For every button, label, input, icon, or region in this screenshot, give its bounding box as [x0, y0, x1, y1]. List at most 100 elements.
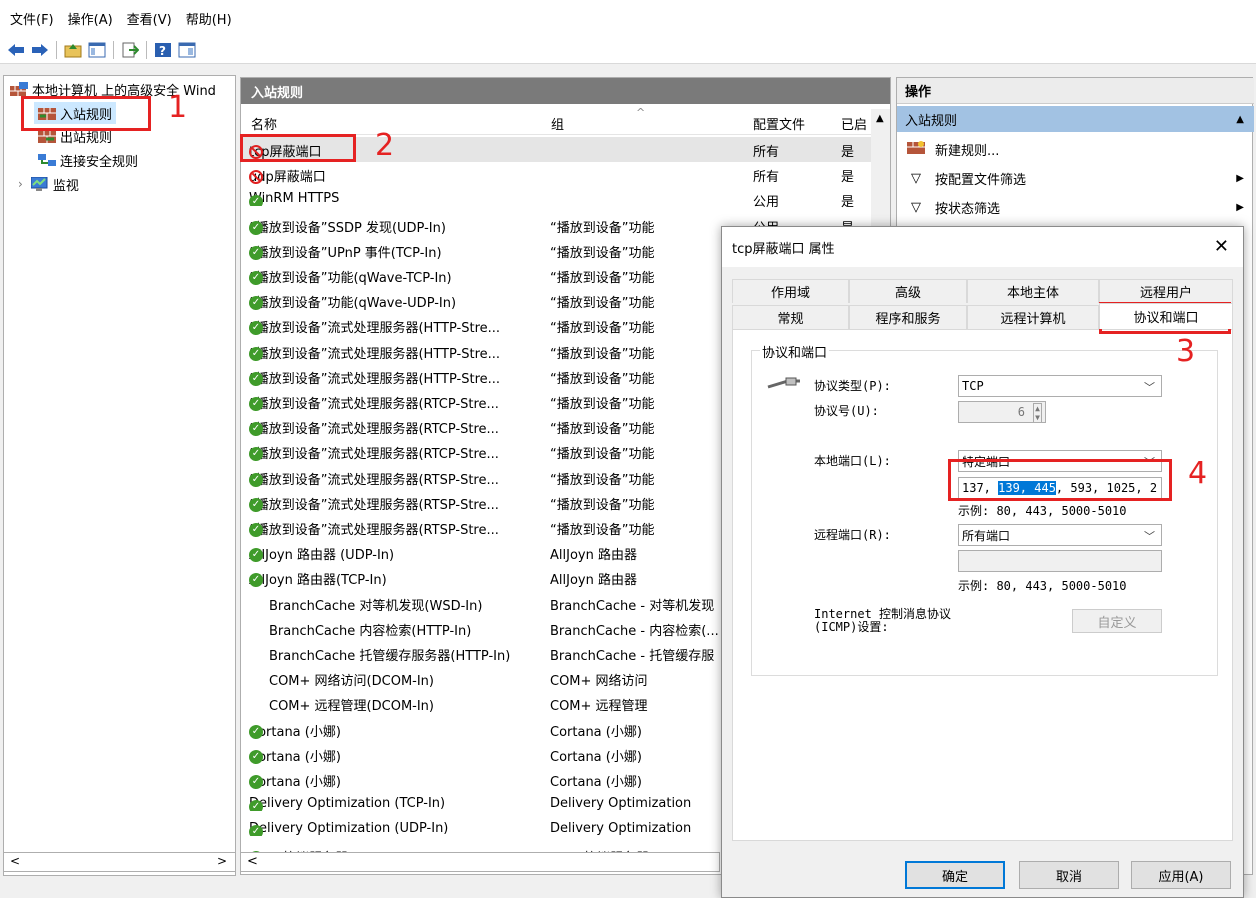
rule-name-text: COM+ 网络访问(DCOM-In) — [269, 674, 434, 690]
group-label: 协议和端口 — [760, 342, 830, 361]
protocol-number-label: 协议号(U): — [814, 404, 879, 418]
tree-horizontal-scrollbar[interactable]: < > — [3, 852, 236, 872]
up-folder-icon[interactable] — [63, 40, 83, 60]
actions-section-inbound[interactable]: 入站规则 ▲ — [897, 106, 1254, 132]
tree-item-monitoring[interactable]: › 监视 — [18, 173, 79, 195]
enabled-check-icon: ✓ — [249, 245, 263, 260]
rule-name-cell: ✓ WinRM HTTPS — [249, 191, 549, 207]
collapse-arrow-icon[interactable]: ▲ — [1236, 114, 1244, 125]
menu-file[interactable]: 文件(F) — [10, 9, 54, 28]
rule-group-cell: “播放到设备”功能 — [550, 271, 655, 286]
menu-action[interactable]: 操作(A) — [68, 9, 113, 28]
show-action-pane-icon[interactable] — [177, 40, 197, 60]
cancel-button[interactable]: 取消 — [1019, 861, 1119, 889]
table-row[interactable]: ✓ WinRM HTTPS 公用 是 — [241, 187, 871, 212]
list-header: 名称 组 ^ 配置文件 已启 — [241, 106, 871, 135]
rule-profile-cell: 公用 — [753, 195, 780, 211]
dialog-title-bar: tcp屏蔽端口 属性 ✕ — [722, 227, 1243, 267]
rule-group-cell: AllJoyn 路由器 — [550, 548, 637, 564]
menu-view[interactable]: 查看(V) — [127, 9, 172, 28]
annotation-number-3: 3 — [1176, 334, 1196, 369]
tab-general[interactable]: 常规 — [732, 305, 849, 329]
filter-icon: ▽ — [911, 199, 921, 215]
rule-name-cell: ✓ AllJoyn 路由器 (UDP-In) — [249, 544, 549, 563]
spin-arrows-icon[interactable]: ▲ ▼ — [1033, 403, 1042, 422]
scroll-up-icon[interactable]: ▲ — [876, 113, 884, 124]
rule-name-cell: BranchCache 内容检索(HTTP-In) — [269, 620, 569, 639]
action-filter-by-profile[interactable]: ▽ 按配置文件筛选 ▶ — [897, 164, 1254, 192]
tab-label: 远程计算机 — [1000, 312, 1066, 327]
scroll-left-icon[interactable]: < — [247, 854, 258, 869]
rule-name-cell: COM+ 远程管理(DCOM-In) — [269, 695, 569, 714]
tab-protocols-ports[interactable]: 协议和端口 — [1099, 303, 1233, 329]
rule-name-cell: ✓ “播放到设备”流式处理服务器(HTTP-Stre... — [249, 343, 549, 362]
protocol-type-select[interactable]: TCP ﹀ — [958, 375, 1162, 397]
rule-group-cell: Cortana (小娜) — [550, 749, 642, 765]
console-tree-icon[interactable] — [87, 40, 107, 60]
export-list-icon[interactable] — [120, 40, 140, 60]
rule-name-cell: ✓ “播放到设备”流式处理服务器(RTCP-Stre... — [249, 418, 549, 437]
tab-advanced[interactable]: 高级 — [849, 279, 967, 303]
column-header-profile[interactable]: 配置文件 — [753, 114, 805, 133]
action-label: 新建规则... — [935, 143, 1000, 159]
forward-arrow-icon[interactable] — [30, 40, 50, 60]
annotation-number-2: 2 — [375, 128, 395, 163]
protocol-type-label: 协议类型(P): — [814, 379, 891, 393]
table-row[interactable]: udp屏蔽端口 所有 是 — [241, 162, 871, 187]
tab-remote-users[interactable]: 远程用户 — [1099, 279, 1233, 303]
enabled-check-icon: ✓ — [249, 775, 263, 789]
rule-name-text: “播放到设备”流式处理服务器(HTTP-Stre... — [249, 346, 501, 362]
action-new-rule[interactable]: 新建规则... — [897, 135, 1254, 163]
tab-remote-computers[interactable]: 远程计算机 — [967, 305, 1099, 329]
expand-chevron-icon[interactable]: › — [18, 177, 23, 191]
tab-local-principals[interactable]: 本地主体 — [967, 279, 1099, 303]
remote-port-example: 示例: 80, 443, 5000-5010 — [958, 579, 1127, 593]
column-header-group[interactable]: 组 — [551, 114, 564, 133]
close-icon[interactable]: ✕ — [1214, 236, 1229, 257]
rule-name-text: BranchCache 对等机发现(WSD-In) — [269, 598, 483, 614]
rule-name-text: “播放到设备”功能(qWave-UDP-In) — [249, 296, 457, 312]
outbound-rules-icon — [38, 129, 56, 143]
enabled-check-icon: ✓ — [249, 825, 263, 837]
rule-name-cell: ✓ “播放到设备”流式处理服务器(HTTP-Stre... — [249, 317, 549, 336]
protocol-number-value: 6 — [1017, 405, 1025, 419]
column-header-name[interactable]: 名称 — [251, 114, 277, 133]
rule-name-text: “播放到设备”功能(qWave-TCP-In) — [249, 271, 452, 286]
rule-name-cell: ✓ “播放到设备”流式处理服务器(RTSP-Stre... — [249, 494, 549, 513]
rule-group-cell: BranchCache - 内容检索(... — [550, 623, 719, 639]
scroll-left-icon[interactable]: < — [10, 854, 20, 868]
help-icon[interactable]: ? — [153, 40, 173, 60]
tab-scope[interactable]: 作用域 — [732, 279, 849, 303]
enabled-check-icon: ✓ — [249, 800, 263, 812]
rule-name-text: AllJoyn 路由器(TCP-In) — [249, 573, 387, 589]
scroll-right-icon[interactable]: > — [217, 854, 227, 868]
rule-name-cell: ✓ “播放到设备”功能(qWave-TCP-In) — [249, 267, 549, 286]
tab-programs-services[interactable]: 程序和服务 — [849, 305, 967, 329]
action-filter-by-state[interactable]: ▽ 按状态筛选 ▶ — [897, 193, 1254, 221]
protocol-type-value: TCP — [962, 379, 984, 393]
rule-name-cell: ✓ Cortana (小娜) — [249, 746, 549, 765]
enabled-check-icon: ✓ — [249, 346, 263, 361]
rule-group-cell: Cortana (小娜) — [550, 724, 642, 740]
rule-name-text: “播放到设备”流式处理服务器(RTCP-Stre... — [249, 422, 499, 438]
rule-name-text: BranchCache 内容检索(HTTP-In) — [269, 623, 472, 639]
rule-group-cell: “播放到设备”功能 — [550, 397, 655, 412]
protocol-number-stepper[interactable]: 6 ▲ ▼ — [958, 401, 1046, 423]
menu-help[interactable]: 帮助(H) — [186, 9, 232, 28]
rule-enabled-cell: 是 — [841, 170, 855, 186]
svg-text:?: ? — [159, 44, 166, 58]
rule-name-text: “播放到设备”流式处理服务器(HTTP-Stre... — [249, 371, 501, 387]
remote-port-select[interactable]: 所有端口 ﹀ — [958, 524, 1162, 546]
tree-item-connection-security[interactable]: 连接安全规则 — [34, 149, 142, 171]
tree-item-label: 连接安全规则 — [60, 154, 139, 170]
column-header-enabled[interactable]: 已启 — [841, 114, 867, 133]
toolbar-separator — [113, 40, 114, 59]
rule-name-text: “播放到设备”SSDP 发现(UDP-In) — [249, 220, 446, 236]
ok-button[interactable]: 确定 — [905, 861, 1005, 889]
rule-name-cell: ✓ Delivery Optimization (UDP-In) — [249, 821, 549, 837]
annotation-box-1 — [21, 96, 151, 131]
list-horizontal-scrollbar[interactable]: < — [240, 852, 720, 872]
back-arrow-icon[interactable] — [6, 40, 26, 60]
customize-button[interactable]: 自定义 — [1072, 609, 1162, 633]
apply-button[interactable]: 应用(A) — [1131, 861, 1231, 889]
